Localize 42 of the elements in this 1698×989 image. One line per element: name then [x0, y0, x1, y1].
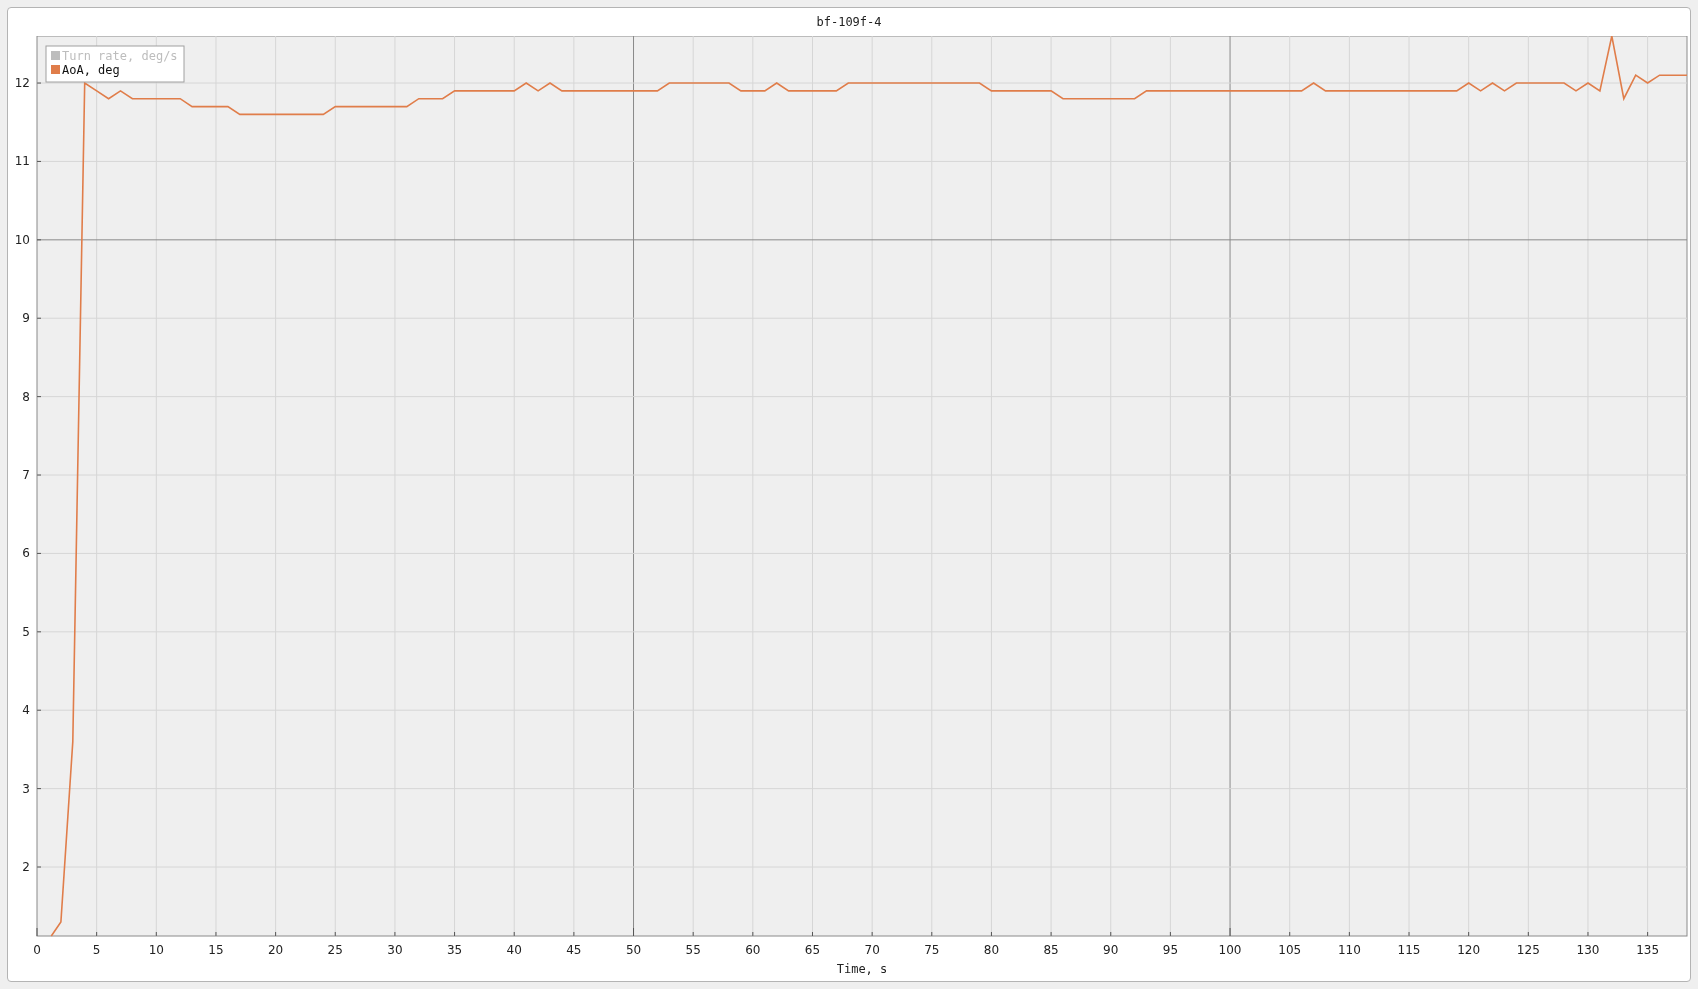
x-tick-label: 125: [1516, 943, 1540, 957]
y-tick-label: 5: [21, 624, 30, 639]
y-tick-label: 2: [21, 860, 30, 874]
x-tick-label: 10: [148, 943, 164, 957]
x-tick-label: 15: [207, 943, 224, 957]
x-tick-label: 5: [92, 943, 100, 957]
x-tick-label: 135: [1635, 943, 1659, 957]
x-axis-label: Time, s: [836, 962, 887, 976]
x-tick-label: 45: [565, 943, 581, 957]
x-tick-label: 25: [327, 943, 343, 957]
x-tick-label: 130: [1576, 943, 1599, 957]
y-tick-label: 7: [21, 468, 30, 482]
x-tick-label: 110: [1337, 943, 1361, 957]
y-tick-label: 8: [21, 389, 30, 404]
x-tick-label: 35: [446, 943, 462, 957]
x-tick-label: 70: [864, 943, 880, 957]
y-tick-label: 6: [21, 546, 30, 561]
y-tick-label: 10: [14, 232, 30, 247]
y-tick-label: 11: [14, 154, 30, 169]
x-tick-label: 50: [625, 943, 641, 957]
x-tick-label: 85: [1042, 943, 1059, 957]
y-tick-label: 12: [14, 76, 30, 91]
x-tick-label: 90: [1102, 943, 1118, 957]
x-tick-label: 60: [744, 943, 760, 957]
x-tick-label: 80: [983, 943, 999, 957]
x-tick-label: 30: [386, 943, 403, 957]
legend-item[interactable]: AoA, deg: [61, 63, 120, 77]
x-tick-label: 0: [32, 943, 41, 957]
x-tick-label: 120: [1456, 943, 1480, 957]
x-tick-label: 65: [804, 943, 820, 957]
x-tick-label: 115: [1397, 943, 1420, 957]
x-tick-label: 95: [1162, 943, 1178, 957]
x-tick-label: 55: [685, 943, 701, 957]
x-tick-label: 100: [1218, 943, 1241, 957]
chart-title: bf-109f-4: [816, 14, 882, 31]
y-tick-label: 9: [21, 311, 30, 326]
x-tick-label: 20: [267, 943, 283, 957]
x-tick-label: 105: [1277, 943, 1301, 957]
y-tick-label: 4: [21, 703, 30, 718]
x-tick-label: 40: [506, 943, 522, 957]
x-tick-label: 75: [923, 943, 939, 957]
y-tick-label: 3: [21, 781, 30, 796]
